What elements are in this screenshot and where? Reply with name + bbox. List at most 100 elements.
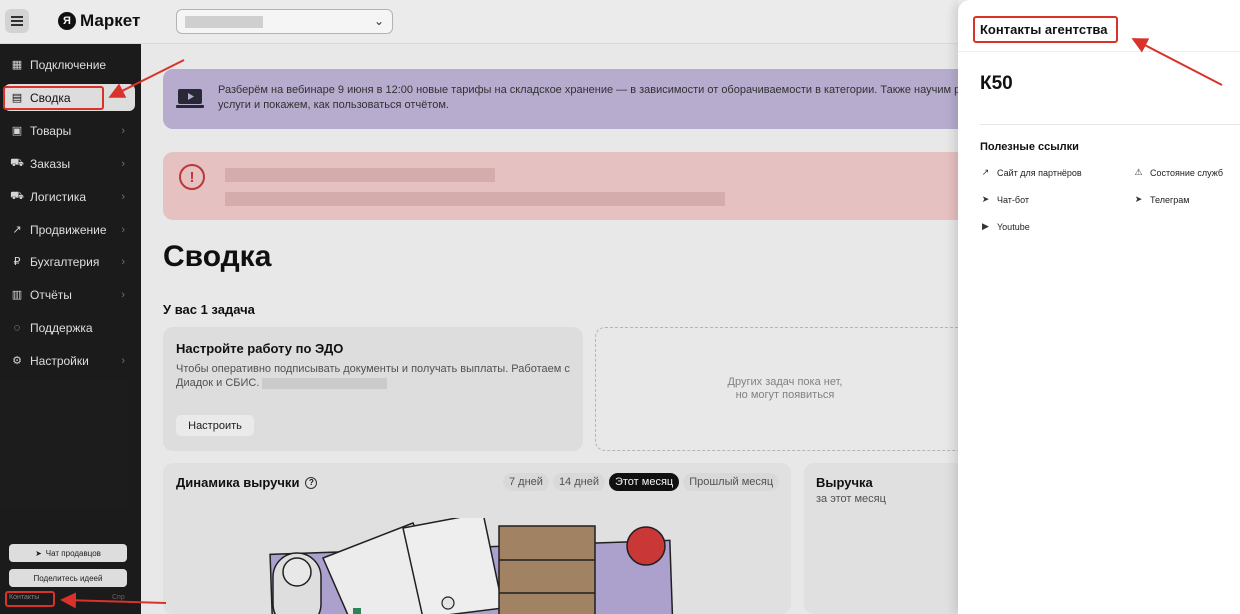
revenue-dynamics-label: Динамика выручки: [176, 475, 300, 490]
partner-site-link[interactable]: ↗ Сайт для партнёров: [980, 167, 1082, 178]
youtube-icon: ▶: [982, 221, 989, 231]
link-label: Состояние служб: [1150, 167, 1224, 178]
agency-code: К50: [980, 73, 1013, 94]
share-idea-label: Поделитесь идеей: [33, 573, 103, 583]
help-icon[interactable]: ?: [305, 476, 318, 489]
telegram-link[interactable]: ➤ Телеграм: [1133, 194, 1190, 205]
sidebar-item-label: Товары: [30, 123, 72, 138]
sidebar-item-label: Подключение: [30, 57, 107, 72]
menu-icon: [11, 20, 23, 22]
store-icon: ▦: [11, 59, 23, 71]
revenue-title: Выручка: [816, 475, 873, 490]
chevron-right-icon: ›: [121, 223, 125, 236]
webinar-banner[interactable]: Разберём на вебинаре 9 июня в 12:00 новы…: [163, 69, 973, 129]
revenue-card: Выручка за этот месяц: [804, 463, 964, 614]
sidebar-item-label: Настройки: [30, 353, 89, 368]
period-switcher: 7 дней 14 дней Этот месяц Прошлый месяц: [503, 473, 780, 491]
period-last-month[interactable]: Прошлый месяц: [683, 473, 780, 491]
error-alert: !: [163, 152, 973, 220]
banner-text: Разберём на вебинаре 9 июня в 12:00 новы…: [218, 84, 973, 111]
cart-icon: ⛟: [10, 156, 24, 169]
external-link-icon: ↗: [981, 167, 990, 177]
link-label: Youtube: [997, 221, 1030, 232]
share-idea-button[interactable]: Поделитесь идеей: [9, 569, 127, 587]
divider: [980, 124, 1240, 125]
sidebar-item-label: Бухгалтерия: [30, 254, 100, 269]
telegram-icon: ➤: [981, 194, 990, 204]
alert-text-blurred: [225, 168, 495, 182]
chevron-right-icon: ›: [121, 190, 125, 203]
sidebar-item-label: Логистика: [30, 189, 87, 204]
annotation-highlight-contacts: [5, 591, 55, 607]
link-label: Сайт для партнёров: [997, 167, 1082, 178]
period-this-month[interactable]: Этот месяц: [608, 473, 680, 491]
yandex-market-logo[interactable]: Я Маркет: [58, 11, 140, 31]
sidebar-item-orders[interactable]: ⛟ Заказы ›: [4, 150, 135, 177]
empty-tasks-line1: Других задач пока нет,: [727, 376, 843, 388]
sidebar-item-support[interactable]: ◌ Поддержка: [4, 314, 135, 341]
logo-text: Маркет: [80, 11, 141, 30]
task-description: Чтобы оперативно подписывать документы и…: [176, 362, 576, 390]
report-icon: ▥: [11, 289, 23, 301]
link-label: Телеграм: [1150, 194, 1190, 205]
sidebar-item-products[interactable]: ▣ Товары ›: [4, 117, 135, 144]
shop-name-blurred: [185, 16, 263, 28]
link-label: Чат-бот: [997, 194, 1030, 205]
sidebar-item-label: Заказы: [30, 156, 71, 171]
logo-mark: Я: [58, 12, 76, 30]
telegram-icon: ➤: [1134, 194, 1143, 204]
chevron-down-icon: ⌄: [373, 14, 384, 28]
chevron-right-icon: ›: [121, 288, 125, 301]
ruble-icon: ₽: [13, 256, 21, 268]
sidebar-item-settings[interactable]: ⚙ Настройки ›: [4, 347, 135, 374]
empty-tasks-card: Других задач пока нет, но могут появитьс…: [595, 327, 975, 451]
revenue-subtitle: за этот месяц: [816, 493, 886, 505]
agency-contacts-panel: Контакты агентства К50 Полезные ссылки ↗…: [958, 0, 1240, 614]
sidebar-item-accounting[interactable]: ₽ Бухгалтерия ›: [4, 248, 135, 275]
chart-icon: ↗: [12, 224, 22, 236]
sidebar-item-label: Поддержка: [30, 320, 93, 335]
seller-chat-label: Чат продавцов: [45, 548, 101, 558]
service-status-link[interactable]: ⚠ Состояние служб: [1133, 167, 1223, 178]
alert-text-blurred: [225, 192, 725, 206]
useful-links-heading: Полезные ссылки: [980, 141, 1079, 153]
sidebar-item-label: Продвижение: [30, 222, 107, 237]
warning-icon: ⚠: [1134, 167, 1143, 177]
chat-icon: ◌: [13, 321, 21, 334]
setup-button[interactable]: Настроить: [176, 415, 254, 436]
help-link[interactable]: Спр: [112, 594, 125, 601]
empty-tasks-text: Других задач пока нет, но могут появитьс…: [596, 376, 974, 402]
chatbot-link[interactable]: ➤ Чат-бот: [980, 194, 1029, 205]
truck-icon: ⛟: [10, 189, 24, 202]
box-icon: ▣: [11, 125, 23, 137]
shop-selector[interactable]: ⌄: [176, 9, 393, 34]
page-title: Сводка: [163, 240, 272, 273]
seller-chat-button[interactable]: ➤ Чат продавцов: [9, 544, 127, 562]
error-icon: !: [179, 164, 205, 190]
task-title: Настройте работу по ЭДО: [176, 341, 344, 356]
sidebar-item-label: Отчёты: [30, 287, 72, 302]
sidebar-item-connection[interactable]: ▦ Подключение: [4, 51, 135, 78]
revenue-dynamics-card: Динамика выручки ? 7 дней 14 дней Этот м…: [163, 463, 791, 614]
panel-title: Контакты агентства: [973, 16, 1118, 43]
chevron-right-icon: ›: [121, 124, 125, 137]
period-14-days[interactable]: 14 дней: [552, 473, 605, 491]
youtube-link[interactable]: ▶ Youtube: [980, 221, 1030, 232]
annotation-highlight-summary: [3, 86, 104, 110]
period-7-days[interactable]: 7 дней: [503, 473, 549, 491]
sidebar-item-promotion[interactable]: ↗ Продвижение ›: [4, 216, 135, 243]
telegram-icon: ➤: [35, 548, 42, 558]
blurred-text: [262, 377, 388, 389]
task-card-edo: Настройте работу по ЭДО Чтобы оперативно…: [163, 327, 583, 451]
chevron-right-icon: ›: [121, 255, 125, 268]
hamburger-menu-button[interactable]: [5, 9, 29, 33]
chevron-right-icon: ›: [121, 157, 125, 170]
sidebar-item-logistics[interactable]: ⛟ Логистика ›: [4, 183, 135, 210]
tasks-heading: У вас 1 задача: [163, 302, 255, 317]
empty-tasks-line2: но могут появиться: [735, 389, 835, 401]
gear-icon: ⚙: [12, 355, 22, 367]
revenue-dynamics-title: Динамика выручки ?: [176, 475, 318, 490]
panel-header: Контакты агентства: [958, 0, 1240, 52]
video-screen-icon: [176, 89, 204, 108]
sidebar-item-reports[interactable]: ▥ Отчёты ›: [4, 281, 135, 308]
